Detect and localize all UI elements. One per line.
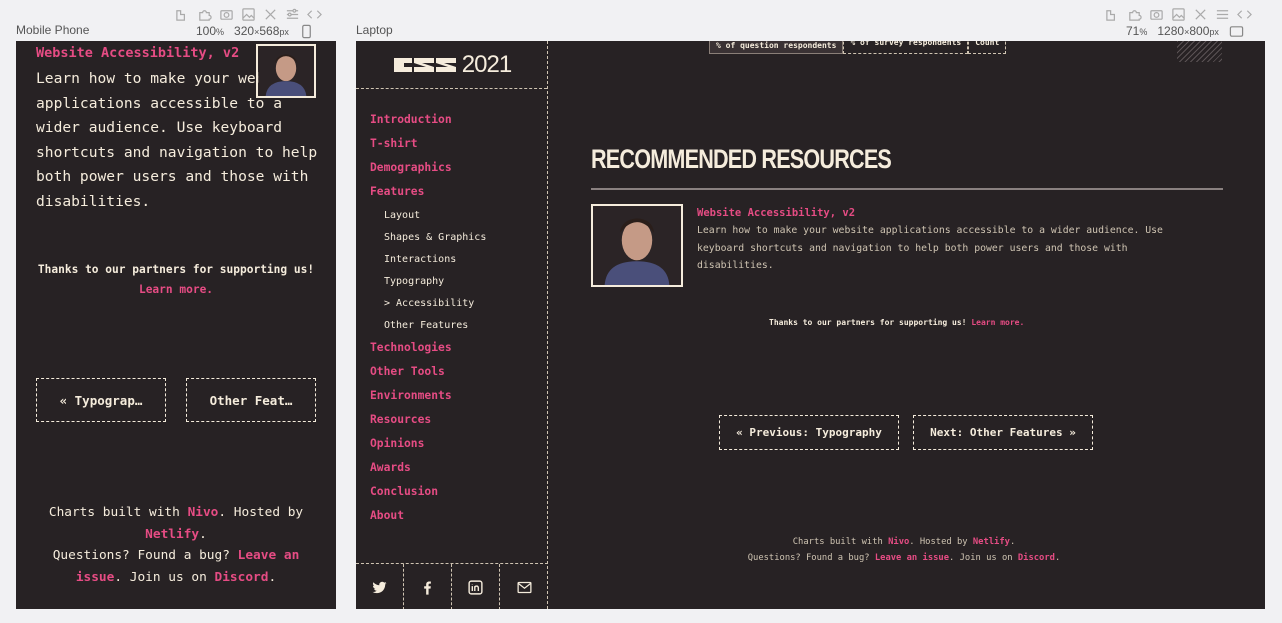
camera-icon[interactable] [218,6,234,22]
email-icon[interactable] [500,564,548,609]
nav-interactions[interactable]: Interactions [370,251,486,273]
unit-tabs: % of question respondents % of survey re… [709,41,1007,54]
partners-text: Thanks to our partners for supporting us… [37,263,315,296]
nav-technologies[interactable]: Technologies [370,339,486,363]
nivo-link[interactable]: Nivo [188,505,219,520]
laptop-toolbar [1104,6,1252,22]
footer: Charts built with Nivo. Hosted by Netlif… [48,505,304,585]
resource-title-link[interactable]: Website Accessibility, v2 [697,207,855,219]
sidebar: 2021 Introduction T-shirt Demographics F… [356,41,548,609]
mobile-meta: 100% 320×568px [196,23,315,39]
nav-opinions[interactable]: Opinions [370,435,486,459]
discord-link[interactable]: Discord [1018,553,1055,563]
image-icon[interactable] [240,6,256,22]
nav-environments[interactable]: Environments [370,387,486,411]
instructor-avatar[interactable] [591,204,683,287]
discord-link[interactable]: Discord [215,570,269,585]
footer: Charts built with Nivo. Hosted by Netlif… [747,537,1061,563]
tools-icon[interactable] [262,6,278,22]
laptop-height[interactable]: 800 [1189,24,1209,38]
mobile-width[interactable]: 320 [234,24,254,38]
sliders-icon[interactable] [284,6,300,22]
netlify-link[interactable]: Netlify [145,527,199,542]
ruler-icon[interactable] [174,6,190,22]
hatched-decoration [1177,41,1222,62]
nav-layout[interactable]: Layout [370,207,486,229]
section-title: RECOMMENDED RESOURCES [591,144,892,174]
next-page-button[interactable]: Next: Other Features » [913,415,1093,450]
social-links [356,563,548,609]
nav-conclusion[interactable]: Conclusion [370,483,486,507]
previous-page-button[interactable]: « Previous: Typography [719,415,899,450]
facebook-icon[interactable] [404,564,452,609]
sliders-icon[interactable] [1214,6,1230,22]
nav-typography[interactable]: Typography [370,273,486,295]
nav-other-features[interactable]: Other Features [370,317,486,339]
sidebar-nav: Introduction T-shirt Demographics Featur… [370,111,486,531]
mobile-toolbar [174,6,322,22]
css-logo-icon [393,57,456,72]
laptop-pane-label: Laptop [356,23,393,37]
tab-question-respondents[interactable]: % of question respondents [709,41,844,54]
resource-title-link[interactable]: Website Accessibility, v2 [36,45,239,61]
netlify-link[interactable]: Netlify [973,537,1010,547]
mobile-viewport: Website Accessibility, v2 Learn how to m… [16,41,336,609]
section-divider [591,188,1223,190]
resource-description: Learn how to make your website applicati… [697,225,1163,271]
nav-tshirt[interactable]: T-shirt [370,135,486,159]
instructor-avatar[interactable] [256,44,316,98]
laptop-zoom[interactable]: 71 [1126,24,1139,38]
nav-features[interactable]: Features [370,183,486,207]
ruler-icon[interactable] [1104,6,1120,22]
logo[interactable]: 2021 [356,41,547,89]
leave-issue-link[interactable]: Leave an issue [875,553,949,563]
mobile-pane-label: Mobile Phone [16,23,90,37]
tab-count[interactable]: Count [968,41,1007,54]
puzzle-icon[interactable] [1126,6,1142,22]
image-icon[interactable] [1170,6,1186,22]
twitter-icon[interactable] [356,564,404,609]
laptop-width[interactable]: 1280 [1157,24,1184,38]
laptop-viewport: 2021 Introduction T-shirt Demographics F… [356,41,1265,609]
mobile-zoom[interactable]: 100 [196,24,216,38]
learn-more-link[interactable]: Learn more. [971,318,1024,327]
nav-shapes-graphics[interactable]: Shapes & Graphics [370,229,486,251]
nav-accessibility[interactable]: > Accessibility [370,295,486,317]
nivo-link[interactable]: Nivo [888,537,909,547]
nav-about[interactable]: About [370,507,486,531]
nav-resources[interactable]: Resources [370,411,486,435]
nav-introduction[interactable]: Introduction [370,111,486,135]
camera-icon[interactable] [1148,6,1164,22]
partners-text: Thanks to our partners for supporting us… [769,318,1025,327]
nav-awards[interactable]: Awards [370,459,486,483]
tab-survey-respondents[interactable]: % of survey respondents [843,41,969,54]
code-icon[interactable] [1236,6,1252,22]
tools-icon[interactable] [1192,6,1208,22]
mobile-height[interactable]: 568 [259,24,279,38]
previous-page-button[interactable]: « Typograp… [36,378,166,422]
laptop-icon[interactable] [1229,23,1245,39]
code-icon[interactable] [306,6,322,22]
nav-other-tools[interactable]: Other Tools [370,363,486,387]
linkedin-icon[interactable] [452,564,500,609]
next-page-button[interactable]: Other Feat… [186,378,316,422]
learn-more-link[interactable]: Learn more. [139,283,213,296]
phone-icon[interactable] [299,23,315,39]
logo-year: 2021 [461,50,512,78]
laptop-meta: 71% 1280×800px [1126,23,1245,39]
puzzle-icon[interactable] [196,6,212,22]
nav-demographics[interactable]: Demographics [370,159,486,183]
